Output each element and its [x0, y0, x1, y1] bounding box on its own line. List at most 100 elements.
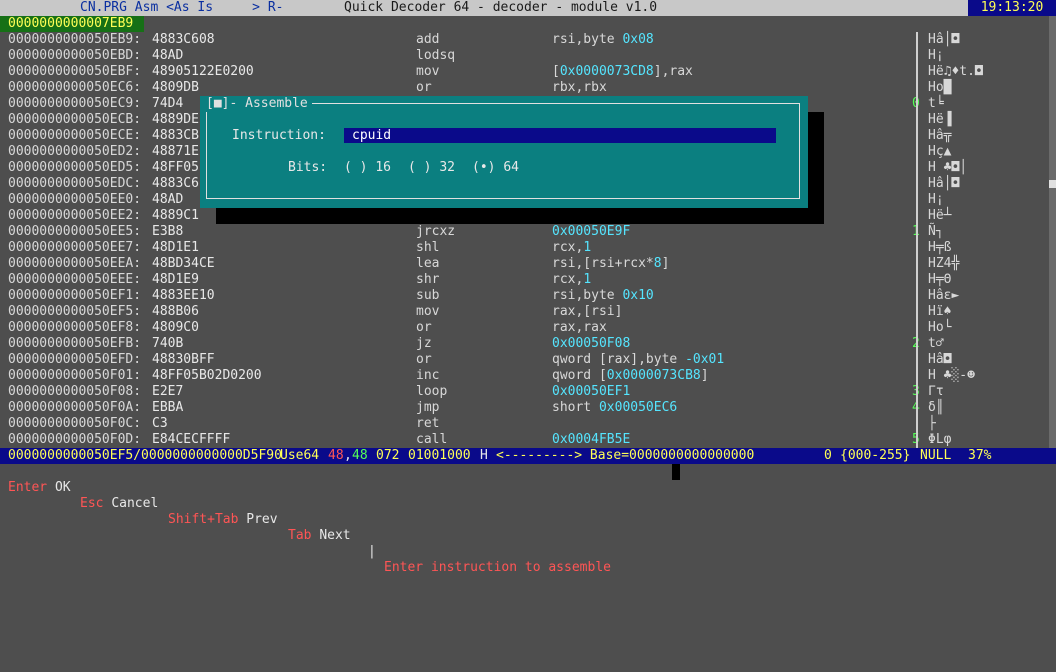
listing-row[interactable]: 0000000000050EBD: 48AD lodsq H¡ [0, 48, 1056, 64]
row-mnemonic: lodsq [416, 48, 456, 63]
row-operands: qword [0x0000073CB8] [552, 368, 709, 384]
hint-next[interactable]: Tab Next [288, 528, 351, 544]
row-operands: rbx,rbx [552, 80, 607, 96]
listing-row[interactable]: 0000000000050EEE: 48D1E9 shr rcx,1 H╤Θ [0, 272, 1056, 288]
row-address: 0000000000050EE5: [8, 224, 142, 239]
row-ascii: Hç▲ [928, 144, 952, 159]
row-hex-bytes: 48871E [152, 144, 199, 159]
dialog-frame [206, 103, 800, 199]
status-range: {000-255} [840, 448, 911, 463]
listing-row[interactable]: 0000000000050EBF: 48905122E0200 mov [0x0000… [0, 64, 1056, 80]
hint-prev[interactable]: Shift+Tab Prev [168, 512, 278, 528]
operand-value: 8 [653, 256, 662, 271]
operand-value: 1 [583, 272, 592, 287]
bits-radio-16[interactable]: ( ) 16 [344, 160, 391, 176]
row-mnemonic: call [416, 432, 448, 447]
row-hex-bytes: EBBA [152, 400, 184, 415]
radio-mark: ( ) [408, 160, 432, 175]
row-mnemonic: inc [416, 368, 440, 383]
row-address: 0000000000050EE7: [8, 240, 142, 255]
listing-row[interactable]: 0000000000050EE7: 48D1E1 shl rcx,1 H╤ß [0, 240, 1056, 256]
row-hex-bytes: 48830BFF [152, 352, 215, 367]
bits-label: Bits: [288, 160, 328, 175]
listing-row[interactable]: 0000000000050F0C: C3 ret ├ [0, 416, 1056, 432]
row-ascii: t╘ [928, 96, 944, 111]
listing-row[interactable]: 0000000000050EB9: 4883C608 add rsi,byte 0x0… [0, 32, 1056, 48]
listing-scrollbar[interactable] [916, 32, 918, 448]
hint-bar: Enter OK Esc Cancel Shift+Tab Prev Tab N… [0, 464, 1056, 575]
listing-row[interactable]: 0000000000050EF8: 4809C0 or rax,rax Ho└ [0, 320, 1056, 336]
row-address: 0000000000050EEA: [8, 256, 142, 271]
row-address: 0000000000050ECB: [8, 112, 142, 127]
listing-row[interactable]: 0000000000050F0D: E84CECFFFF call 0x0004FB5… [0, 432, 1056, 448]
row-hex-bytes: E84CECFFFF [152, 432, 231, 447]
status-mode: Use64 [280, 448, 320, 463]
header-address: 0000000000007EB9 [0, 16, 144, 32]
instruction-input[interactable]: cpuid [344, 128, 776, 143]
listing-row[interactable]: 0000000000050F0A: EBBA jmp short 0x00050EC6… [0, 400, 1056, 416]
listing-row[interactable]: 0000000000050EE5:E3B8jrcxz0x00050E9F1Ñ┐ [0, 224, 1056, 240]
listing-row[interactable]: 0000000000050EF5: 488B06 mov rax,[rsi] Hï♠ [0, 304, 1056, 320]
row-ascii: Ñ┐ [928, 224, 944, 239]
row-hex-bytes: E3B8 [152, 224, 184, 239]
row-ascii: Hâ│◘ [928, 176, 960, 191]
dialog-title[interactable]: [■]- Assemble [206, 96, 312, 112]
row-ascii: H ♣◘│ [928, 160, 968, 175]
row-mnemonic: mov [416, 304, 440, 319]
row-mnemonic: ret [416, 416, 440, 431]
operand-value: 0x0004FB5E [552, 432, 631, 447]
listing-row[interactable]: 0000000000050EF1: 4883EE10 sub rsi,byte 0x1… [0, 288, 1056, 304]
right-scrollbar[interactable] [1049, 16, 1056, 448]
row-address: 0000000000050EBD: [8, 48, 142, 63]
row-address: 0000000000050EDC: [8, 176, 142, 191]
hint-text: Prev [246, 512, 278, 527]
operand-text: rbx,rbx [552, 80, 607, 95]
bits-radio-32[interactable]: ( ) 32 [408, 160, 455, 176]
row-operands: rax,rax [552, 320, 607, 336]
row-mnemonic: jmp [416, 400, 440, 415]
row-mnemonic: mov [416, 64, 440, 79]
row-operands: rsi,[rsi+rcx*8] [552, 256, 669, 272]
hint-text: Cancel [111, 496, 159, 511]
listing-row[interactable]: 0000000000050EFB:740Bjz0x00050F082t♂ [0, 336, 1056, 352]
listing-row[interactable]: 0000000000050EFD: 48830BFF or qword [rax],b… [0, 352, 1056, 368]
row-hex-bytes: 48FF05B02D0200 [152, 368, 262, 383]
menu-strip[interactable]: CN.PRG Asm <As Is > R- [80, 0, 284, 16]
radio-label: 32 [439, 160, 455, 175]
operand-text: short [552, 400, 599, 415]
listing-row[interactable]: 0000000000050F01: 48FF05B02D0200 inc qword … [0, 368, 1056, 384]
row-operands: rcx,1 [552, 240, 591, 256]
row-ascii: δ║ [928, 400, 944, 415]
row-ascii: Γτ [928, 384, 944, 399]
row-address: 0000000000050EB9: [8, 32, 142, 47]
row-ascii: Hâ╦ [928, 128, 952, 143]
operand-text: rsi,byte [552, 288, 623, 303]
radio-label: 16 [375, 160, 391, 175]
status-char: H [480, 448, 488, 463]
listing-row[interactable]: 0000000000050EC6: 4809DB or rbx,rbx Ho█ [0, 80, 1056, 96]
row-address: 0000000000050F08: [8, 384, 142, 399]
hint-cancel[interactable]: Esc Cancel [80, 496, 158, 512]
status-address-range: 0000000000050EF5/0000000000000D5F90 [8, 448, 282, 463]
row-address: 0000000000050F0D: [8, 432, 142, 447]
operand-text: rcx, [552, 240, 584, 255]
listing-row[interactable]: 0000000000050F08:E2E7loop0x00050EF13Γτ [0, 384, 1056, 400]
row-mnemonic: or [416, 352, 432, 367]
operand-text: rsi,[rsi+rcx* [552, 256, 654, 271]
hint-key: Esc [80, 496, 104, 511]
row-mnemonic: loop [416, 384, 448, 399]
status-hex-a: 48 [328, 448, 344, 463]
operand-value: 0x0000073CB8 [606, 368, 701, 383]
hint-ok[interactable]: Enter OK [8, 480, 71, 496]
operand-value: 0x08 [622, 32, 654, 47]
row-hex-bytes: 48905122E0200 [152, 64, 254, 79]
row-address: 0000000000050EE2: [8, 208, 142, 223]
row-hex-bytes: 74D4 [152, 96, 184, 111]
row-address: 0000000000050EEE: [8, 272, 142, 287]
row-ascii: H ♣░-☻ [928, 368, 975, 383]
bits-radio-64[interactable]: (•) 64 [472, 160, 519, 176]
radio-label: 64 [503, 160, 519, 175]
listing-row[interactable]: 0000000000050EEA: 48BD34CE lea rsi,[rsi+rcx… [0, 256, 1056, 272]
right-scrollbar-thumb[interactable] [1049, 180, 1056, 188]
hint-separator: | [368, 544, 376, 559]
